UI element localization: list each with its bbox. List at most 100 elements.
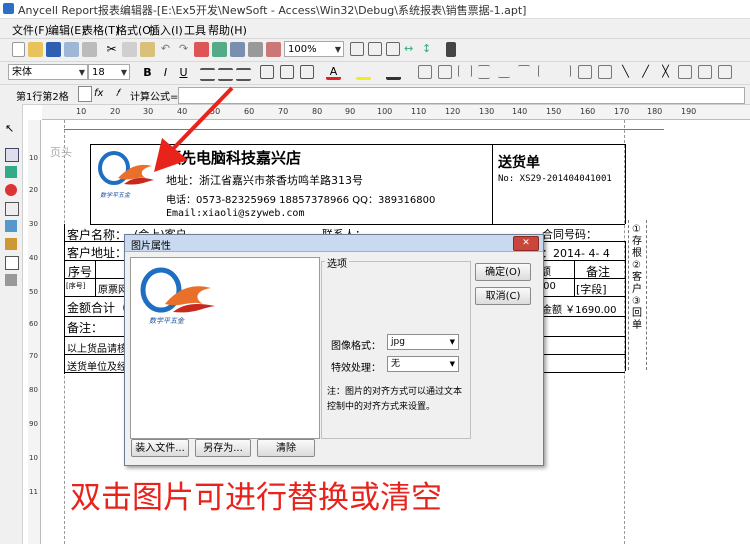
border-tb-icon[interactable] — [478, 65, 490, 79]
diagonal-cross-icon[interactable]: ╳ — [658, 65, 673, 80]
ruler-tick: 150 — [546, 107, 562, 116]
cut-icon[interactable]: ✂ — [104, 42, 119, 57]
paste-icon[interactable] — [140, 42, 155, 57]
effect-label: 特效处理： — [331, 363, 381, 374]
border-outer-icon[interactable] — [598, 65, 612, 79]
doc-title: 送货单 — [498, 155, 540, 171]
menu-tools[interactable]: 工具 — [184, 22, 206, 38]
valign-top-icon[interactable] — [260, 65, 274, 79]
annotation-caption: 双击图片可进行替换或清空 — [70, 480, 442, 516]
barcode-tool-icon[interactable] — [5, 202, 19, 216]
menu-insert[interactable]: 插入(I) — [149, 22, 183, 38]
font-color-icon[interactable]: A — [326, 65, 341, 80]
fx-icon[interactable]: fx — [94, 88, 103, 99]
import-file-button[interactable]: 装入文件... — [131, 439, 189, 457]
clear-button[interactable]: 清除 — [257, 439, 315, 457]
align-note: 注：图片的对齐方式可以通过文本控制中的对齐方式来设置。 — [327, 387, 463, 412]
ruler-tick: 10 — [76, 107, 87, 116]
delete-icon[interactable] — [194, 42, 209, 57]
fill-color-icon[interactable] — [356, 65, 371, 80]
border-top-icon[interactable] — [518, 65, 530, 78]
insert-col-icon[interactable]: ↔ — [404, 42, 419, 57]
column-tool-icon[interactable] — [5, 238, 17, 250]
border-inner-icon[interactable] — [578, 65, 592, 79]
insert-image-icon[interactable] — [212, 42, 227, 57]
preview-icon[interactable] — [64, 42, 79, 57]
menu-table[interactable]: 表格(T) — [82, 22, 119, 38]
border-thick-icon[interactable] — [698, 65, 712, 79]
text-tool-icon[interactable] — [5, 148, 19, 162]
note-line-2: 送货单位及经 — [67, 362, 127, 373]
properties-icon[interactable] — [230, 42, 245, 57]
border-bottom-icon[interactable] — [498, 65, 510, 78]
save-icon[interactable] — [46, 42, 61, 57]
ok-button[interactable]: 确定(O) — [475, 263, 531, 281]
cancel-button[interactable]: 取消(C) — [475, 287, 531, 305]
valign-middle-icon[interactable] — [280, 65, 294, 79]
menu-help[interactable]: 帮助(H) — [208, 22, 247, 38]
border-right-icon[interactable] — [558, 65, 571, 77]
redo-icon[interactable]: ↷ — [176, 42, 191, 57]
font-name-select[interactable]: 宋体 ▼ — [8, 64, 88, 80]
chart-icon[interactable] — [266, 42, 281, 57]
menu-file[interactable]: 文件(F) — [12, 22, 49, 38]
diagonal-up-icon[interactable]: ╱ — [638, 65, 653, 80]
company-phone: 电话：0573-82325969 18857378966 QQ：38931680… — [166, 195, 436, 206]
ruler-tick: 40 — [29, 254, 38, 262]
subreport-tool-icon[interactable] — [5, 274, 17, 286]
menu-bar: 文件(F) 编辑(E) 表格(T) 格式(O) 插入(I) 工具 帮助(H) — [0, 19, 750, 39]
font-size-select[interactable]: 18 ▼ — [88, 64, 130, 80]
menu-edit[interactable]: 编辑(E) — [48, 22, 86, 38]
chevron-down-icon: ▼ — [334, 45, 341, 54]
border-double-icon[interactable] — [718, 65, 732, 79]
title-bar: Anycell Report报表编辑器-[E:\Ex5开发\NewSoft - … — [0, 0, 750, 19]
image-preview[interactable]: 数学平五金 — [130, 257, 320, 439]
table-tool-icon[interactable] — [5, 256, 19, 270]
ruler-tick: 90 — [29, 420, 38, 428]
tool-icon[interactable] — [446, 42, 456, 57]
dialog-title: 图片属性 — [131, 241, 171, 252]
bold-button[interactable]: B — [140, 65, 155, 80]
ruler-tick: 11 — [29, 488, 38, 496]
delete-col-icon[interactable]: ↕ — [422, 42, 437, 57]
border-none-icon[interactable] — [438, 65, 452, 79]
annotation-arrow — [154, 86, 234, 172]
close-icon[interactable]: ✕ — [513, 236, 539, 251]
image-tool-icon[interactable] — [5, 166, 17, 178]
cell-picker-icon[interactable] — [78, 86, 92, 102]
underline-button[interactable]: U — [176, 65, 191, 80]
diagonal-down-icon[interactable]: ╲ — [618, 65, 633, 80]
valign-bottom-icon[interactable] — [300, 65, 314, 79]
ruler-tick: 90 — [345, 107, 356, 116]
grid-icon[interactable] — [248, 42, 263, 57]
copy-icon[interactable] — [122, 42, 137, 57]
split-cells-icon[interactable] — [368, 42, 382, 56]
zoom-select[interactable]: 100% ▼ — [284, 41, 344, 57]
formula-input[interactable] — [178, 87, 745, 104]
select-arrow-icon[interactable]: ↖ — [5, 122, 17, 135]
format-label: 图像格式： — [331, 341, 381, 352]
save-as-button[interactable]: 另存为... — [195, 439, 251, 457]
pie-tool-icon[interactable] — [5, 184, 17, 196]
font-size-value: 18 — [92, 67, 105, 78]
merge-cells-icon[interactable] — [350, 42, 364, 56]
insert-row-icon[interactable] — [386, 42, 400, 56]
chart-tool-icon[interactable] — [5, 220, 17, 232]
border-left-icon[interactable] — [538, 65, 551, 77]
doc-number: No: XS29-201404041001 — [498, 174, 612, 184]
new-icon[interactable] — [12, 42, 25, 57]
border-style-icon[interactable] — [678, 65, 692, 79]
effect-select[interactable]: 无 ▼ — [387, 356, 459, 372]
chevron-down-icon: ▼ — [78, 68, 85, 77]
open-icon[interactable] — [28, 42, 43, 57]
border-all-icon[interactable] — [418, 65, 432, 79]
border-lr-icon[interactable] — [458, 65, 472, 77]
italic-button[interactable]: I — [158, 65, 173, 80]
preview-caption: 数学平五金 — [149, 317, 184, 325]
ruler-tick: 20 — [29, 186, 38, 194]
format-select[interactable]: jpg ▼ — [387, 334, 459, 350]
print-icon[interactable] — [82, 42, 97, 57]
undo-icon[interactable]: ↶ — [158, 42, 173, 57]
line-color-icon[interactable] — [386, 65, 401, 80]
ruler-tick: 100 — [377, 107, 393, 116]
